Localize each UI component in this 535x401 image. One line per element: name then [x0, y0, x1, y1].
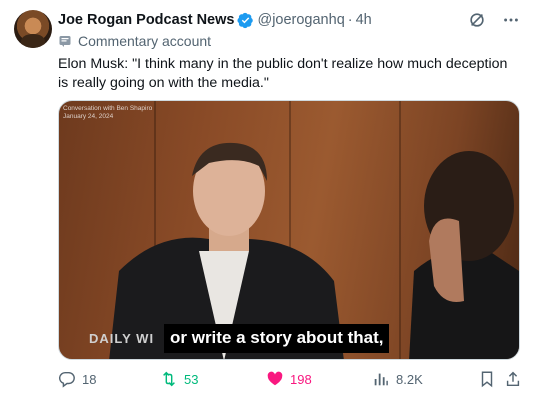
avatar[interactable] — [14, 10, 52, 48]
share-button[interactable] — [504, 370, 522, 388]
bookmark-button[interactable] — [478, 370, 496, 388]
account-label: Commentary account — [58, 33, 211, 49]
video-overlay-text: Conversation with Ben Shapiro January 24… — [63, 105, 152, 121]
repost-button[interactable]: 53 — [160, 370, 198, 388]
top-actions — [467, 10, 521, 30]
overlay-title: Conversation with Ben Shapiro — [63, 105, 153, 112]
author-handle[interactable]: @joeroganhq — [257, 12, 344, 28]
post-actions: 18 53 198 8.2K — [58, 370, 520, 392]
video-person-right — [409, 151, 519, 359]
video-media[interactable]: Conversation with Ben Shapiro January 24… — [58, 100, 520, 360]
verified-badge-icon[interactable] — [237, 12, 254, 29]
repost-icon — [160, 370, 178, 388]
reply-button[interactable]: 18 — [58, 370, 96, 388]
heart-icon — [266, 370, 284, 388]
overlay-date: January 24, 2024 — [63, 113, 114, 120]
grok-icon[interactable] — [467, 10, 487, 30]
share-icon — [504, 370, 522, 388]
post-time[interactable]: 4h — [356, 12, 372, 28]
post-text: Elon Musk: "I think many in the public d… — [58, 56, 508, 91]
video-brand-watermark: DAILY WI — [89, 331, 155, 346]
reply-icon — [58, 370, 76, 388]
views-button[interactable]: 8.2K — [372, 370, 423, 388]
post-header: Joe Rogan Podcast News @joeroganhq · 4h — [58, 10, 372, 30]
author-name[interactable]: Joe Rogan Podcast News — [58, 12, 234, 28]
like-button[interactable]: 198 — [266, 370, 312, 388]
separator-dot: · — [347, 12, 353, 28]
commentary-badge-icon — [58, 34, 72, 48]
reply-count: 18 — [82, 371, 97, 387]
like-count: 198 — [290, 371, 312, 387]
views-icon — [372, 370, 390, 388]
repost-count: 53 — [184, 371, 199, 387]
bookmark-icon — [478, 370, 496, 388]
video-caption: or write a story about that, — [164, 324, 390, 353]
more-icon[interactable] — [501, 10, 521, 30]
views-count: 8.2K — [396, 371, 423, 387]
account-label-text[interactable]: Commentary account — [78, 33, 211, 49]
